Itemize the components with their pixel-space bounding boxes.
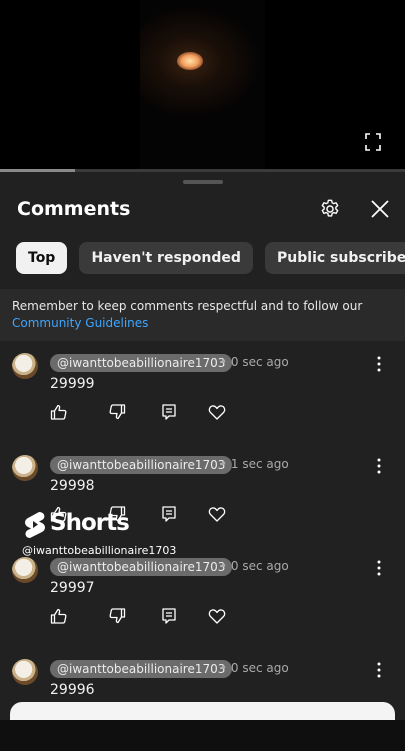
avatar[interactable] [12, 659, 38, 685]
sheet-title: Comments [17, 198, 131, 220]
chip-public-subscribers[interactable]: Public subscribers [265, 242, 405, 274]
gear-icon[interactable] [319, 198, 341, 220]
comment-item: @iwanttobeabillionaire1703 • 0 sec ago 2… [0, 547, 405, 649]
comment-author[interactable]: @iwanttobeabillionaire1703 [50, 456, 233, 474]
comment-time: • 0 sec ago [220, 559, 289, 573]
video-letterbox-right [265, 0, 405, 172]
comment-text: 29998 [50, 478, 95, 494]
comment-author[interactable]: @iwanttobeabillionaire1703 [50, 354, 233, 372]
reply-input-bar[interactable] [10, 702, 395, 720]
video-player[interactable] [0, 0, 405, 172]
reply-icon[interactable] [160, 505, 178, 523]
filter-chips: Top Haven't responded Public subscribers… [16, 242, 405, 276]
chip-havent-responded[interactable]: Haven't responded [79, 242, 253, 274]
like-icon[interactable] [50, 403, 68, 421]
community-notice: Remember to keep comments respectful and… [0, 289, 405, 341]
community-guidelines-link[interactable]: Community Guidelines [12, 316, 148, 330]
like-icon[interactable] [50, 607, 68, 625]
comment-text: 29996 [50, 682, 95, 698]
more-icon[interactable] [376, 560, 382, 576]
reply-icon[interactable] [160, 607, 178, 625]
more-icon[interactable] [376, 356, 382, 372]
avatar[interactable] [12, 455, 38, 481]
avatar[interactable] [12, 557, 38, 583]
comment-item: @iwanttobeabillionaire1703 • 0 sec ago 2… [0, 649, 405, 751]
heart-icon[interactable] [208, 505, 226, 523]
avatar[interactable] [12, 353, 38, 379]
video-letterbox-left [0, 0, 140, 172]
comment-text: 29999 [50, 376, 95, 392]
reply-icon[interactable] [160, 403, 178, 421]
more-icon[interactable] [376, 662, 382, 678]
more-icon[interactable] [376, 458, 382, 474]
drag-handle[interactable] [183, 180, 223, 184]
fullscreen-icon[interactable] [365, 133, 381, 151]
shorts-wordmark: Shorts [50, 510, 130, 536]
comment-time: • 0 sec ago [220, 355, 289, 369]
shorts-channel-handle: @iwanttobeabillionaire1703 [22, 544, 177, 557]
heart-icon[interactable] [208, 403, 226, 421]
comment-time: • 0 sec ago [220, 661, 289, 675]
comment-time: • 1 sec ago [220, 457, 289, 471]
comment-text: 29997 [50, 580, 95, 596]
close-icon[interactable] [369, 198, 391, 220]
shorts-logo-icon [25, 512, 45, 538]
comment-item: @iwanttobeabillionaire1703 • 0 sec ago 2… [0, 343, 405, 445]
chip-top[interactable]: Top [16, 242, 68, 274]
comment-author[interactable]: @iwanttobeabillionaire1703 [50, 660, 233, 678]
video-frame-light [177, 52, 203, 70]
heart-icon[interactable] [208, 607, 226, 625]
dislike-icon[interactable] [108, 403, 126, 421]
comment-author[interactable]: @iwanttobeabillionaire1703 [50, 558, 233, 576]
notice-text: Remember to keep comments respectful and… [12, 299, 363, 313]
dislike-icon[interactable] [108, 607, 126, 625]
